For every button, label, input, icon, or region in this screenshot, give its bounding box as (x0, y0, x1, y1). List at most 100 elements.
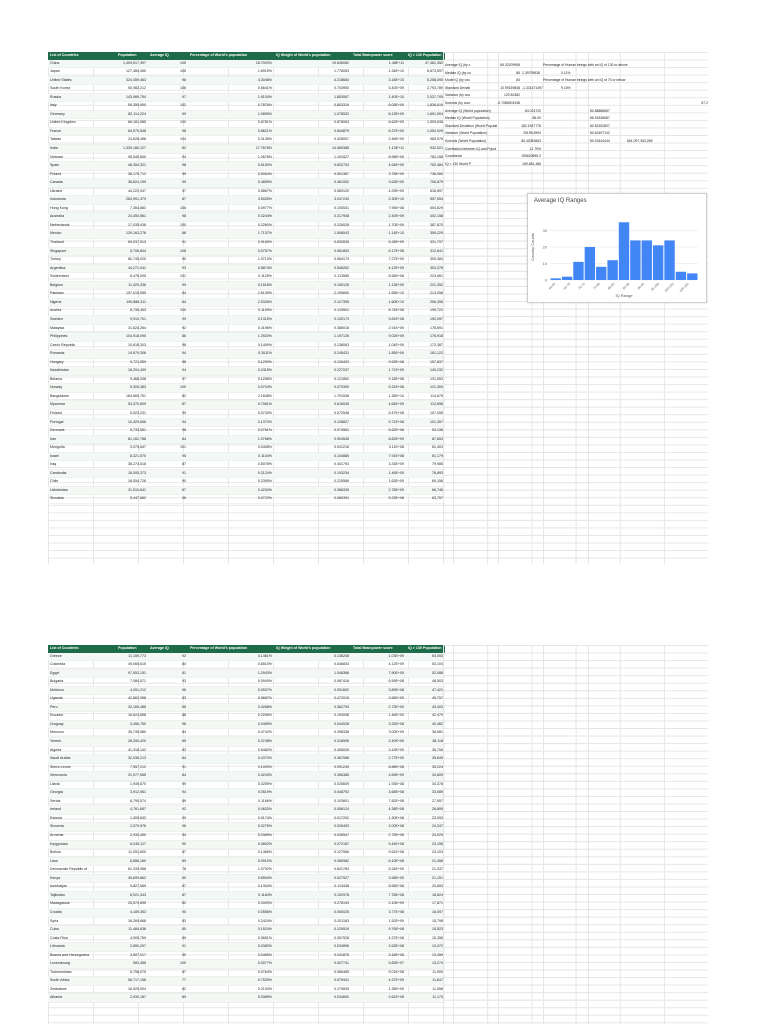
table-cell[interactable]: 3.43E+09 (351, 746, 406, 756)
table-cell[interactable]: 783,158 (406, 153, 445, 163)
table-cell[interactable]: 324,459,463 (116, 76, 148, 86)
table-cell[interactable]: 1.48E+11 (351, 59, 406, 69)
table-cell[interactable]: 97 (148, 187, 188, 197)
table-cell[interactable]: 0.703950 (274, 84, 351, 94)
table-cell[interactable]: South Korea (48, 84, 116, 94)
table-cell[interactable]: 0.472015 (274, 694, 351, 704)
table-cell[interactable]: 11,173 (406, 993, 445, 1003)
table-cell[interactable]: 101 (148, 272, 188, 282)
table-cell[interactable]: 8.98E+09 (351, 153, 406, 163)
stat-cell[interactable]: 1.39709838 (522, 70, 556, 78)
table-cell[interactable]: 0.1159% (188, 306, 274, 316)
table-cell[interactable]: 0.058124 (274, 805, 351, 815)
table-cell[interactable]: 5.44E+08 (351, 840, 406, 850)
table-cell[interactable]: 7.91E+08 (351, 452, 406, 462)
table-cell[interactable]: 89 (148, 857, 188, 867)
table-cell[interactable]: Democratic Republic of (48, 865, 116, 875)
table-cell[interactable]: 4.54E+09 (351, 161, 406, 171)
table-cell[interactable]: 83 (148, 746, 188, 756)
table-cell[interactable]: 0.7081% (188, 400, 274, 410)
table-cell[interactable]: 1,409,517,397 (116, 59, 148, 69)
table-row[interactable]: France 64,979,548 98 0.8621% 0.844879 6.37E+0… (48, 127, 445, 137)
table-cell[interactable]: 0.8781% (188, 118, 274, 128)
table-cell[interactable]: 114,675 (406, 392, 445, 402)
table-cell[interactable]: Germany (48, 110, 116, 120)
table-row[interactable]: Serbia 8,790,574 89 0.1166% 0.103801 7.82E+08… (48, 797, 445, 807)
table-row[interactable]: Georgia 3,912,061 94 0.0519% 0.048792 3.68E+0… (48, 788, 445, 798)
table-cell[interactable]: 96 (148, 494, 188, 504)
table-cell[interactable]: 96 (148, 822, 188, 833)
table-cell[interactable]: 983,976 (406, 135, 445, 145)
table-cell[interactable]: Uruguay (48, 720, 116, 730)
table-cell[interactable]: Romania (48, 349, 116, 359)
table-cell[interactable]: 6,858,160 (116, 857, 148, 867)
stat-cell[interactable]: Kurtosis (by cour (445, 100, 489, 108)
table-cell[interactable]: 100 (148, 306, 188, 316)
table-cell[interactable]: 1.34E+10 (351, 67, 406, 77)
table-row[interactable]: Slovakia 5,447,662 96 0.0723% 0.069391 5.23E+… (48, 494, 445, 504)
table-cell[interactable]: 0.8621% (188, 127, 274, 137)
table-cell[interactable]: 1.63E+09 (351, 477, 406, 487)
table-cell[interactable]: 0.1524% (188, 925, 274, 935)
table-row[interactable]: Turkmenistan 5,758,075 87 0.0764% 0.066465 5.… (48, 968, 445, 978)
table-cell[interactable]: 93 (148, 677, 188, 687)
table-cell[interactable]: 0.105531 (274, 204, 351, 214)
table-cell[interactable]: 312,641 (406, 247, 445, 257)
table-cell[interactable]: Hong Kong (48, 204, 116, 214)
table-cell[interactable]: 0.0651% (188, 934, 274, 944)
table-cell[interactable]: Pakistan (48, 289, 116, 299)
stat-cell[interactable]: -1.331471497 (522, 85, 556, 93)
stat-cell[interactable]: 9.16% (561, 85, 591, 93)
table-cell[interactable]: 87 (148, 891, 188, 901)
table-cell[interactable]: 157,837 (406, 358, 445, 368)
table-cell[interactable]: 63,757 (406, 494, 445, 504)
table-cell[interactable]: 80,745,020 (116, 255, 148, 265)
table-cell[interactable]: 82 (148, 985, 188, 995)
table-cell[interactable]: 91 (148, 238, 188, 248)
table-cell[interactable]: 0.2193% (188, 985, 274, 995)
table-cell[interactable]: 8,790,574 (116, 797, 148, 807)
table-cell[interactable]: 8,921,343 (116, 891, 148, 901)
table-cell[interactable]: 83 (148, 694, 188, 704)
table-cell[interactable]: 0.1003% (188, 763, 274, 773)
table-cell[interactable]: 0.0383% (188, 942, 274, 952)
table-cell[interactable]: 87 (148, 400, 188, 410)
table-cell[interactable]: 0.368339 (274, 486, 351, 496)
table-cell[interactable]: 5,758,075 (116, 968, 148, 978)
table-cell[interactable]: 6.88E+08 (351, 763, 406, 773)
table-cell[interactable]: United Kingdom (48, 118, 116, 128)
table-cell[interactable]: 1.0713% (188, 255, 274, 265)
table-cell[interactable]: 92 (148, 324, 188, 334)
table-cell[interactable]: 5,447,662 (116, 494, 148, 504)
table-cell[interactable]: 932,521 (406, 144, 445, 154)
stat-cell[interactable]: 86.91836687 (590, 115, 650, 123)
table-row[interactable]: South Korea 50,982,212 106 0.6641% 0.703950 5… (48, 84, 445, 94)
table-cell[interactable]: 31,977,065 (116, 771, 148, 781)
table-cell[interactable]: 0.1184% (188, 891, 274, 901)
table-cell[interactable]: 100 (148, 383, 188, 393)
table-cell[interactable]: 1.40E+10 (351, 93, 406, 103)
column-header[interactable]: IQ > 130 Population (406, 52, 445, 60)
table-cell[interactable]: 0.841784 (274, 865, 351, 875)
table-cell[interactable]: 0.080982 (274, 857, 351, 867)
table-cell[interactable]: 52,088 (406, 669, 445, 679)
table-cell[interactable]: Morocco (48, 728, 116, 738)
column-header[interactable]: IQ Weight of World's population (274, 52, 351, 60)
table-cell[interactable]: 0.362753 (274, 703, 351, 713)
table-cell[interactable]: 10,329,506 (116, 418, 148, 428)
table-cell[interactable]: Bosnia and Herzegovina (48, 951, 116, 961)
table-cell[interactable]: 108 (148, 204, 188, 214)
stat-cell[interactable]: 80.52152807 (590, 123, 650, 131)
table-cell[interactable]: 24,450,561 (116, 212, 148, 222)
table-cell[interactable]: 0.074551 (274, 426, 351, 436)
stat-cell[interactable]: Standard Deviati (445, 85, 489, 93)
table-cell[interactable]: Vietnam (48, 153, 116, 163)
stat-cell[interactable]: IQ > 130 World P (445, 161, 507, 169)
table-cell[interactable]: 0.455005 (274, 746, 351, 756)
table-cell[interactable]: 26,899 (406, 805, 445, 815)
table-cell[interactable]: 42,862,958 (116, 694, 148, 704)
table-cell[interactable]: 0.0632% (188, 805, 274, 815)
table-cell[interactable]: 0.034896 (274, 942, 351, 952)
table-cell[interactable]: 1.2676% (188, 153, 274, 163)
table-cell[interactable]: 0.326007 (274, 135, 351, 145)
